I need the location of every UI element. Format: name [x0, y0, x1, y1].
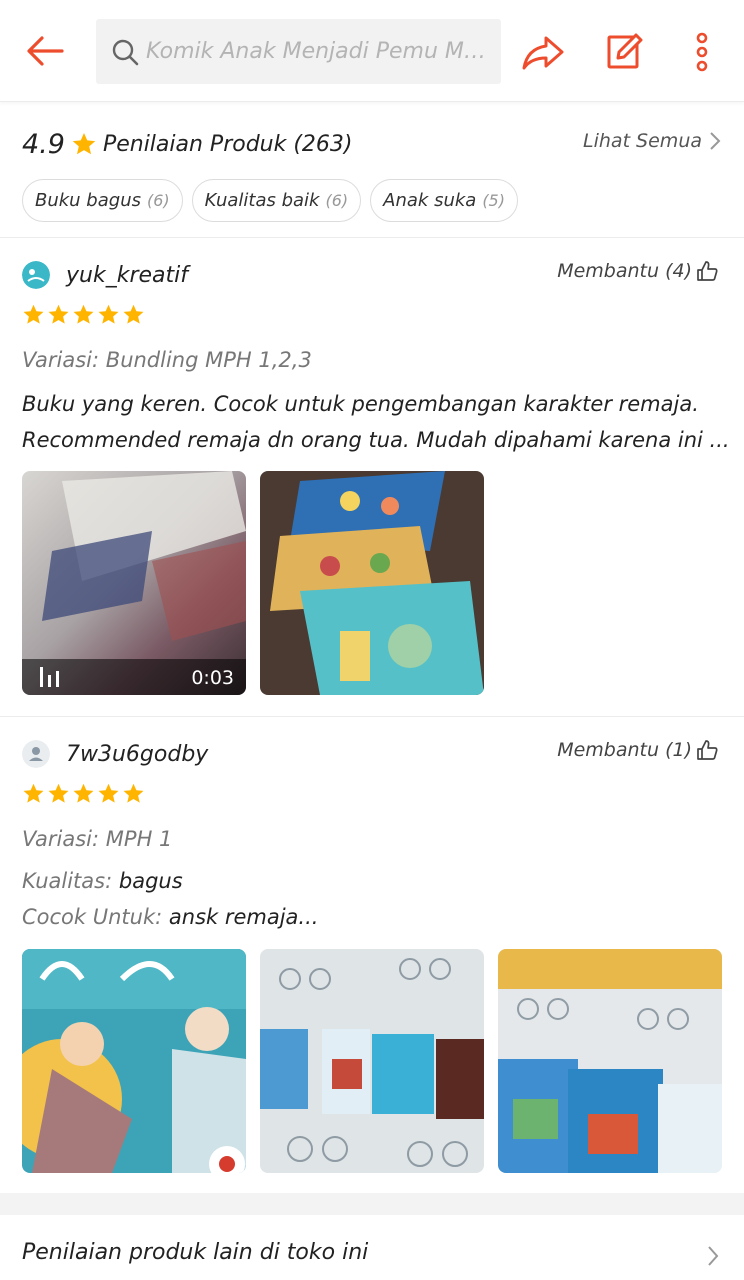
search-input[interactable]: Komik Anak Menjadi Pemu Me...: [146, 39, 486, 64]
quality-label: Kualitas:: [22, 869, 113, 893]
chip-buku-bagus[interactable]: Buku bagus (6): [22, 179, 183, 222]
footer-label: Penilaian produk lain di toko ini: [22, 1240, 369, 1265]
star-rating: [22, 782, 145, 805]
chip-label: Buku bagus: [35, 190, 141, 211]
chip-count: (6): [146, 191, 170, 210]
books-photo-image: [260, 471, 484, 695]
star-icon: [98, 783, 119, 803]
variation-value: MPH 1: [105, 827, 173, 851]
see-all-link[interactable]: Lihat Semua: [583, 130, 722, 152]
see-all-label: Lihat Semua: [583, 130, 702, 152]
helpful-label: Membantu (1): [557, 739, 692, 761]
more-vertical-icon[interactable]: [690, 30, 714, 74]
top-app-bar: Komik Anak Menjadi Pemu Me...: [0, 0, 744, 102]
divider: [0, 716, 744, 717]
chip-count: (5): [482, 191, 505, 210]
chip-anak-suka[interactable]: Anak suka (5): [370, 179, 518, 222]
search-icon: [112, 39, 139, 65]
star-icon: [123, 304, 144, 324]
video-duration: 0:03: [191, 667, 234, 689]
helpful-label: Membantu (4): [557, 260, 692, 282]
variation-label: Variasi:: [22, 827, 100, 851]
helpful-button[interactable]: Membantu (1): [557, 739, 718, 761]
chevron-right-icon: [708, 1246, 719, 1266]
helpful-button[interactable]: Membantu (4): [557, 260, 718, 282]
star-icon: [73, 783, 94, 803]
rating-title: Penilaian Produk (263): [102, 131, 353, 157]
review-text-line: Recommended remaja dn orang tua. Mudah d…: [22, 428, 727, 452]
review-text-line: Buku yang keren. Cocok untuk pengembanga…: [22, 392, 699, 416]
divider: [0, 237, 744, 238]
star-rating: [22, 303, 145, 326]
review-photo-thumbnail[interactable]: [260, 949, 484, 1173]
back-arrow-icon[interactable]: [22, 28, 68, 74]
fit-value: ansk remaja...: [168, 905, 319, 929]
review-photo-thumbnail[interactable]: [260, 471, 484, 695]
video-frame-image: [22, 471, 246, 695]
star-icon: [73, 304, 94, 324]
book-cover-photo-image: [22, 949, 246, 1173]
quality-line: Kualitas: bagus: [22, 869, 183, 893]
section-gap: [0, 1193, 744, 1215]
chip-label: Kualitas baik: [204, 190, 320, 211]
variation-line: Variasi: Bundling MPH 1,2,3: [22, 348, 312, 372]
share-icon[interactable]: [520, 30, 566, 76]
thumbs-up-icon: [697, 261, 718, 281]
fit-label: Cocok Untuk:: [22, 905, 163, 929]
quality-value: bagus: [118, 869, 183, 893]
star-icon: [98, 304, 119, 324]
star-icon: [48, 304, 69, 324]
rating-score: 4.9: [22, 128, 65, 160]
chip-label: Anak suka: [383, 190, 477, 211]
review-photo-thumbnail[interactable]: [498, 949, 722, 1173]
star-icon: [48, 783, 69, 803]
star-icon: [23, 783, 44, 803]
review-video-thumbnail[interactable]: 0:03: [22, 471, 246, 695]
search-bar[interactable]: Komik Anak Menjadi Pemu Me...: [96, 19, 501, 84]
variation-line: Variasi: MPH 1: [22, 827, 172, 851]
chevron-right-icon: [710, 132, 721, 150]
rating-summary: 4.9 Penilaian Produk (263) Lihat Semua: [22, 124, 722, 164]
filter-chips: Buku bagus (6) Kualitas baik (6) Anak suka…: [22, 179, 518, 222]
star-icon: [72, 132, 96, 155]
reviewer-name[interactable]: 7w3u6godby: [66, 742, 208, 767]
edit-icon[interactable]: [604, 30, 644, 72]
fit-line: Cocok Untuk: ansk remaja...: [22, 905, 318, 929]
other-shop-reviews-link[interactable]: Penilaian produk lain di toko ini: [0, 1215, 744, 1280]
star-icon: [123, 783, 144, 803]
chip-count: (6): [325, 191, 349, 210]
avatar[interactable]: [22, 261, 50, 289]
review-photo-thumbnail[interactable]: [22, 949, 246, 1173]
books-on-bed-image: [498, 949, 722, 1173]
variation-label: Variasi:: [22, 348, 100, 372]
variation-value: Bundling MPH 1,2,3: [105, 348, 312, 372]
reviewer-name[interactable]: yuk_kreatif: [66, 263, 188, 288]
thumbs-up-icon: [697, 740, 718, 760]
books-on-bedsheet-image: [260, 949, 484, 1173]
chip-kualitas-baik[interactable]: Kualitas baik (6): [191, 179, 362, 222]
star-icon: [23, 304, 44, 324]
avatar[interactable]: [22, 740, 50, 768]
